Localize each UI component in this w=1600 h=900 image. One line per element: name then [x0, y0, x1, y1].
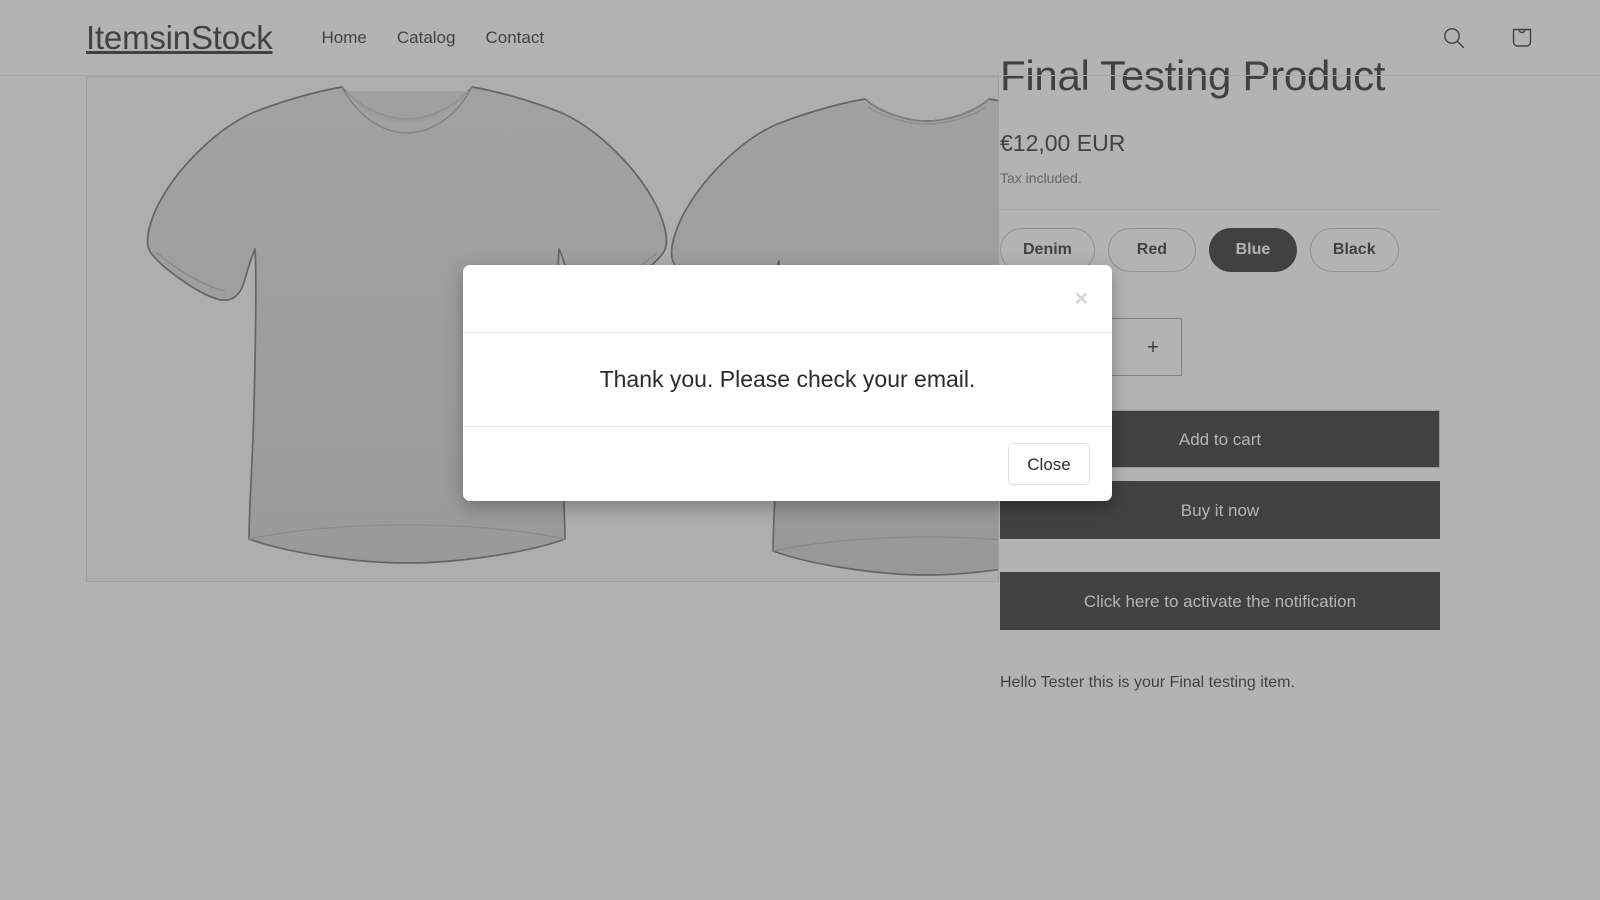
- close-button[interactable]: Close: [1008, 443, 1090, 485]
- close-icon[interactable]: ×: [1073, 287, 1090, 310]
- modal-footer: Close: [463, 427, 1112, 501]
- thank-you-modal: × Thank you. Please check your email. Cl…: [463, 265, 1112, 501]
- modal-body: Thank you. Please check your email.: [463, 333, 1112, 427]
- modal-message: Thank you. Please check your email.: [599, 365, 976, 392]
- modal-header: ×: [463, 265, 1112, 333]
